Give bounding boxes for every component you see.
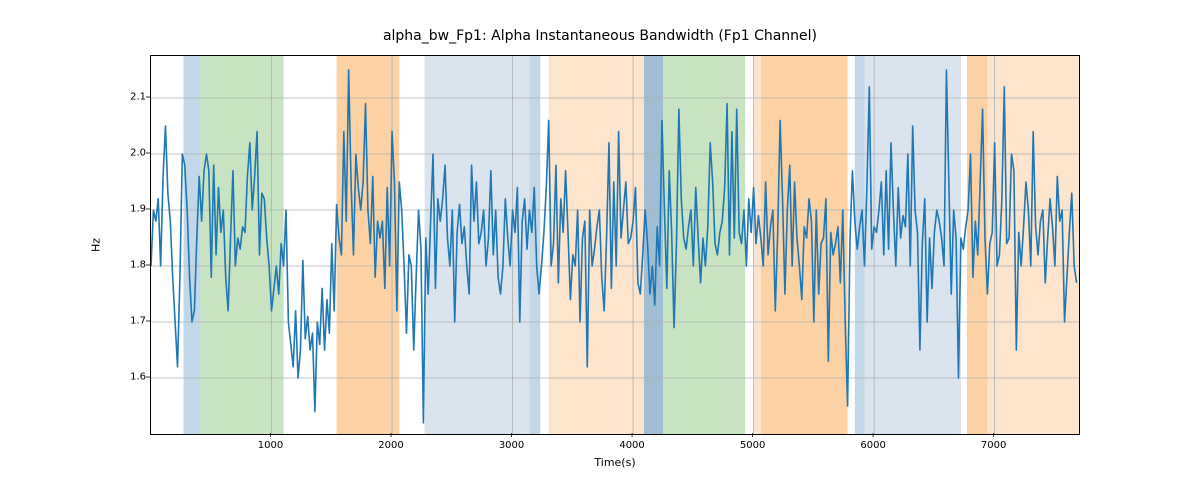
band: [987, 56, 1079, 434]
chart-axes: [150, 55, 1080, 435]
band: [754, 56, 761, 434]
x-tick-label: 3000: [499, 440, 524, 451]
plot-svg: [151, 56, 1079, 434]
band: [425, 56, 530, 434]
x-tick-label: 6000: [860, 440, 885, 451]
band: [200, 56, 283, 434]
x-axis-label: Time(s): [594, 456, 635, 469]
y-tick-label: 1.9: [106, 204, 146, 215]
band: [529, 56, 540, 434]
x-tick-label: 5000: [740, 440, 765, 451]
y-axis-label: Hz: [90, 238, 103, 252]
band: [184, 56, 201, 434]
x-tick-label: 1000: [258, 440, 283, 451]
y-tick-label: 1.8: [106, 260, 146, 271]
figure: alpha_bw_Fp1: Alpha Instantaneous Bandwi…: [0, 0, 1200, 500]
y-tick-label: 1.6: [106, 372, 146, 383]
x-tick-label: 2000: [378, 440, 403, 451]
y-tick-label: 2.1: [106, 92, 146, 103]
x-tick-label: 4000: [619, 440, 644, 451]
y-tick-label: 2.0: [106, 148, 146, 159]
y-tick-label: 1.7: [106, 316, 146, 327]
chart-title: alpha_bw_Fp1: Alpha Instantaneous Bandwi…: [0, 28, 1200, 44]
x-tick-label: 7000: [981, 440, 1006, 451]
band: [549, 56, 644, 434]
